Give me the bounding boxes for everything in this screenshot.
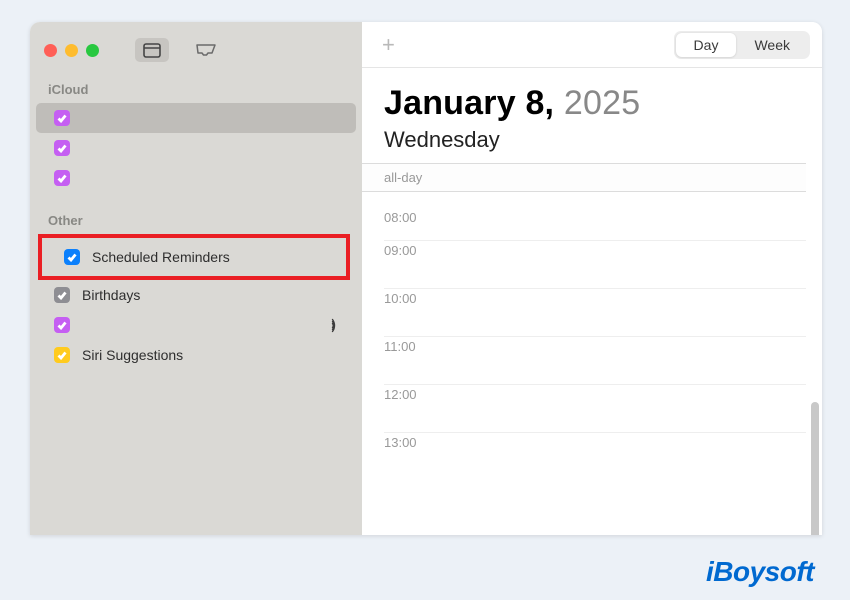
date-title: January 8, 2025 bbox=[384, 84, 818, 123]
hour-row[interactable]: 13:00 bbox=[384, 432, 806, 480]
shared-icon bbox=[328, 317, 345, 333]
calendar-item-siri-suggestions[interactable]: Siri Suggestions bbox=[36, 340, 356, 370]
view-day-button[interactable]: Day bbox=[676, 33, 737, 57]
checkbox-icon[interactable] bbox=[54, 347, 70, 363]
checkbox-icon[interactable] bbox=[54, 287, 70, 303]
fullscreen-window-button[interactable] bbox=[86, 44, 99, 57]
calendar-label: Scheduled Reminders bbox=[92, 249, 230, 265]
section-label-icloud: iCloud bbox=[30, 62, 362, 103]
inbox-button[interactable] bbox=[189, 38, 223, 62]
hour-row[interactable]: 11:00 bbox=[384, 336, 806, 384]
checkbox-icon[interactable] bbox=[54, 317, 70, 333]
section-label-other: Other bbox=[30, 193, 362, 234]
view-week-button[interactable]: Week bbox=[736, 33, 808, 57]
checkbox-icon[interactable] bbox=[64, 249, 80, 265]
close-window-button[interactable] bbox=[44, 44, 57, 57]
calendar-item-icloud-0[interactable] bbox=[36, 103, 356, 133]
highlight-annotation: Scheduled Reminders bbox=[38, 234, 350, 280]
day-name: Wednesday bbox=[384, 127, 818, 153]
calendar-label: Siri Suggestions bbox=[82, 347, 183, 363]
scrollbar[interactable] bbox=[811, 402, 819, 535]
sidebar: iCloud Other Scheduled Reminders Birthda… bbox=[30, 22, 362, 535]
add-event-button[interactable]: + bbox=[382, 32, 395, 58]
minimize-window-button[interactable] bbox=[65, 44, 78, 57]
year: 2025 bbox=[564, 84, 640, 122]
calendar-icon bbox=[143, 42, 161, 58]
traffic-lights bbox=[30, 32, 362, 62]
calendar-item-icloud-1[interactable] bbox=[36, 133, 356, 163]
view-segmented-control: Day Week bbox=[674, 31, 810, 59]
main-toolbar: + Day Week bbox=[362, 22, 822, 68]
hour-row[interactable]: 09:00 bbox=[384, 240, 806, 288]
date-header: January 8, 2025 Wednesday bbox=[362, 68, 822, 163]
calendar-item-birthdays[interactable]: Birthdays bbox=[36, 280, 356, 310]
inbox-icon bbox=[195, 43, 217, 58]
hour-row[interactable]: 12:00 bbox=[384, 384, 806, 432]
all-day-row[interactable]: all-day bbox=[362, 163, 806, 192]
timeline[interactable]: 08:00 09:00 10:00 11:00 12:00 13:00 bbox=[362, 192, 822, 535]
watermark-logo: iBoysoft bbox=[706, 556, 814, 588]
calendar-label: Birthdays bbox=[82, 287, 140, 303]
hour-row[interactable]: 08:00 bbox=[384, 192, 806, 240]
month-day: January 8, bbox=[384, 84, 554, 122]
checkbox-icon[interactable] bbox=[54, 170, 70, 186]
checkbox-icon[interactable] bbox=[54, 110, 70, 126]
calendar-list-toggle[interactable] bbox=[135, 38, 169, 62]
calendar-item-scheduled-reminders[interactable]: Scheduled Reminders bbox=[46, 242, 342, 272]
main-pane: + Day Week January 8, 2025 Wednesday all… bbox=[362, 22, 822, 535]
hour-row[interactable]: 10:00 bbox=[384, 288, 806, 336]
calendar-window: iCloud Other Scheduled Reminders Birthda… bbox=[30, 22, 822, 535]
checkbox-icon[interactable] bbox=[54, 140, 70, 156]
calendar-item-shared[interactable] bbox=[36, 310, 356, 340]
calendar-item-icloud-2[interactable] bbox=[36, 163, 356, 193]
